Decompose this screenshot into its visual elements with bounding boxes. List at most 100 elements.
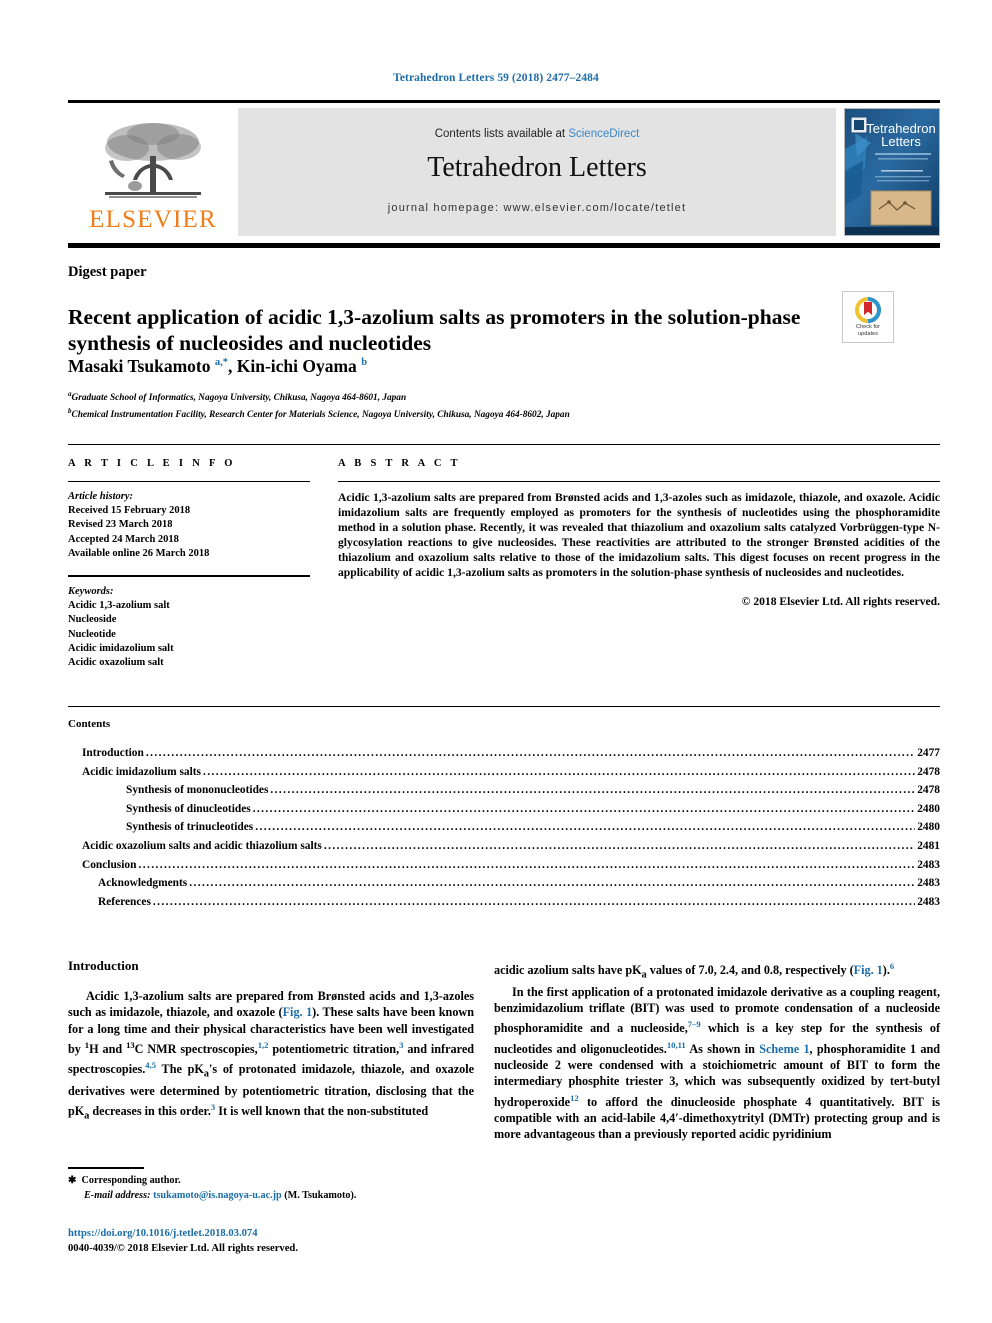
toc-entry-page: 2478 [917, 784, 940, 797]
intro-paragraph-right-continued: acidic azolium salts have pKa values of … [494, 961, 895, 981]
contents-rows: Introduction............................… [68, 744, 940, 911]
toc-entry[interactable]: Acidic oxazolium salts and acidic thiazo… [68, 837, 940, 856]
toc-entry[interactable]: Introduction............................… [68, 744, 940, 763]
article-info-heading: A R T I C L E I N F O [68, 458, 236, 469]
affiliation-b-text: Chemical Instrumentation Facility, Resea… [71, 409, 570, 420]
footnote-block: ✱ Corresponding author. E-mail address: t… [68, 1174, 488, 1203]
toc-entry-label: Synthesis of dinucleotides [126, 802, 251, 815]
history-item: Available online 26 March 2018 [68, 547, 210, 559]
toc-entry-page: 2480 [917, 802, 940, 815]
abstract-heading: A B S T R A C T [338, 458, 461, 469]
body-column-right: acidic azolium salts have pKa values of … [494, 958, 940, 1143]
elsevier-logo: ELSEVIER [68, 108, 238, 236]
contents-available-line: Contents lists available at ScienceDirec… [435, 128, 640, 140]
toc-entry-page: 2478 [917, 765, 940, 778]
toc-entry[interactable]: References..............................… [68, 893, 940, 912]
toc-leader-dots: ........................................… [145, 747, 915, 759]
article-info-column: A R T I C L E I N F O Article history: R… [68, 458, 310, 670]
toc-entry[interactable]: Synthesis of mononucleotides............… [68, 781, 940, 800]
intro-paragraph-left: Acidic 1,3-azolium salts are prepared fr… [68, 989, 475, 1122]
toc-entry-page: 2483 [917, 877, 940, 890]
toc-entry[interactable]: Acknowledgments.........................… [68, 874, 940, 893]
elsevier-tree-icon [105, 123, 201, 198]
asterisk-icon: ✱ [68, 1175, 77, 1186]
article-history-list: Received 15 February 2018 Revised 23 Mar… [68, 504, 310, 561]
toc-entry-label: Acknowledgments [98, 877, 188, 890]
keywords-list: Acidic 1,3-azolium salt Nucleoside Nucle… [68, 599, 310, 670]
toc-entry[interactable]: Synthesis of trinucleotides.............… [68, 818, 940, 837]
email-line: E-mail address: tsukamoto@is.nagoya-u.ac… [68, 1189, 488, 1204]
affiliation-a-text: Graduate School of Informatics, Nagoya U… [71, 393, 407, 404]
journal-cover-art: Tetrahedron Letters [845, 109, 939, 235]
body-column-left: Introduction Acidic 1,3-azolium salts ar… [68, 958, 474, 1125]
contents-heading: Contents [68, 718, 111, 730]
affiliation-a: aGraduate School of Informatics, Nagoya … [68, 390, 407, 404]
keyword-item: Nucleotide [68, 628, 116, 640]
journal-cover-thumbnail: Tetrahedron Letters [844, 108, 940, 236]
keyword-item: Acidic oxazolium salt [68, 657, 164, 669]
toc-leader-dots: ........................................… [152, 895, 915, 908]
title-divider [68, 243, 940, 248]
toc-entry-page: 2483 [917, 858, 940, 871]
toc-leader-dots: ........................................… [138, 858, 915, 871]
contents-prefix-text: Contents lists available at [434, 128, 569, 140]
corresponding-author-text: Corresponding author. [81, 1175, 181, 1186]
abstract-rule [338, 481, 940, 482]
contents-divider [68, 706, 940, 707]
abstract-text: Acidic 1,3-azolium salts are prepared fr… [338, 491, 940, 580]
introduction-heading: Introduction [68, 958, 139, 973]
journal-article-page: Tetrahedron Letters 59 (2018) 2477–2484 [0, 0, 992, 1323]
toc-entry-page: 2477 [917, 747, 940, 759]
article-type-label: Digest paper [68, 264, 147, 280]
toc-entry[interactable]: Conclusion..............................… [68, 856, 940, 875]
page-title: Recent application of acidic 1,3-azolium… [68, 305, 801, 356]
crossmark-icon [855, 296, 881, 323]
keywords-title: Keywords: [68, 586, 114, 598]
toc-entry-label: Synthesis of mononucleotides [126, 784, 269, 797]
abstract-copyright: © 2018 Elsevier Ltd. All rights reserved… [741, 594, 940, 608]
doi-block: https://doi.org/10.1016/j.tetlet.2018.03… [68, 1227, 498, 1256]
history-item: Revised 23 March 2018 [68, 519, 173, 531]
toc-entry-label: Introduction [82, 747, 144, 759]
issn-copyright-line: 0040-4039/© 2018 Elsevier Ltd. All right… [68, 1242, 298, 1254]
toc-leader-dots: ........................................… [323, 839, 915, 852]
toc-leader-dots: ........................................… [255, 821, 915, 834]
toc-leader-dots: ........................................… [202, 765, 915, 778]
masthead-center-panel: Contents lists available at ScienceDirec… [238, 108, 836, 236]
affiliations: aGraduate School of Informatics, Nagoya … [68, 388, 848, 421]
abstract-column: A B S T R A C T Acidic 1,3-azolium salts… [338, 458, 940, 609]
article-history-title: Article history: [68, 491, 134, 502]
toc-entry[interactable]: Synthesis of dinucleotides..............… [68, 800, 940, 819]
info-abstract-divider [68, 444, 940, 445]
keyword-item: Nucleoside [68, 614, 117, 626]
toc-entry-label: Acidic imidazolium salts [82, 765, 201, 778]
elsevier-wordmark: ELSEVIER [89, 206, 217, 233]
toc-entry-label: Conclusion [82, 858, 137, 871]
toc-entry-label: Acidic oxazolium salts and acidic thiazo… [82, 839, 322, 852]
intro-paragraph-right-2: In the first application of a protonated… [494, 984, 940, 1142]
toc-entry-label: Synthesis of trinucleotides [126, 821, 254, 834]
toc-leader-dots: ........................................… [189, 877, 916, 890]
running-head: Tetrahedron Letters 59 (2018) 2477–2484 [393, 72, 599, 84]
journal-masthead: ELSEVIER Contents lists available at Sci… [68, 100, 940, 236]
email-link[interactable]: tsukamoto@is.nagoya-u.ac.jp [153, 1190, 282, 1201]
toc-entry-label: References [98, 895, 151, 908]
sciencedirect-link[interactable]: ScienceDirect [568, 128, 639, 140]
journal-title: Tetrahedron Letters [427, 152, 647, 183]
crossmark-label-line1: Check for [856, 323, 880, 330]
corresponding-author-line: ✱ Corresponding author. [68, 1174, 488, 1189]
toc-entry-page: 2480 [917, 821, 940, 834]
history-item: Accepted 24 March 2018 [68, 533, 179, 545]
journal-homepage-line[interactable]: journal homepage: www.elsevier.com/locat… [388, 202, 687, 214]
history-item: Received 15 February 2018 [68, 505, 191, 517]
toc-entry[interactable]: Acidic imidazolium salts................… [68, 763, 940, 782]
keyword-item: Acidic imidazolium salt [68, 642, 174, 654]
crossmark-badge[interactable]: Check for updates [842, 291, 894, 343]
keywords-rule [68, 575, 310, 578]
svg-text:Letters: Letters [881, 134, 921, 149]
author-list: Masaki Tsukamoto a,*, Kin-ichi Oyama b [68, 356, 368, 376]
email-owner: (M. Tsukamoto). [284, 1189, 357, 1201]
toc-entry-page: 2481 [917, 839, 940, 852]
doi-link[interactable]: https://doi.org/10.1016/j.tetlet.2018.03… [68, 1227, 498, 1242]
affiliation-b: bChemical Instrumentation Facility, Rese… [68, 406, 570, 420]
